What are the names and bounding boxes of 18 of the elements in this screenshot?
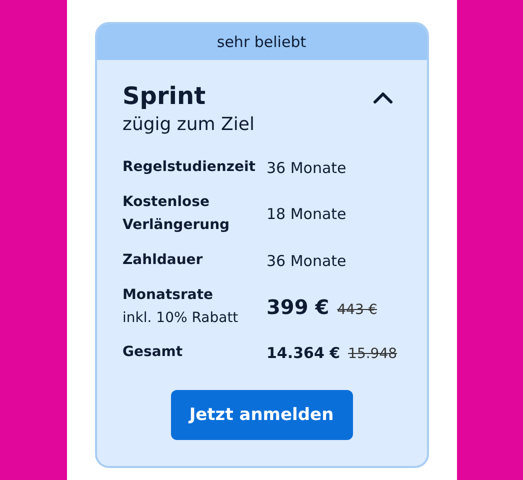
popular-badge: sehr beliebt: [96, 24, 426, 60]
row-value: 399 €: [266, 294, 330, 318]
row-label: Monatsrate: [122, 286, 214, 305]
register-button[interactable]: Jetzt anmelden: [170, 390, 352, 440]
old-price: 443 €: [337, 302, 378, 318]
row-label: Gesamt: [122, 343, 184, 362]
row-value: 14.364 €: [266, 344, 340, 362]
row-label: Regelstudienzeit: [122, 158, 256, 177]
plan-subtitle: zügig zum Ziel: [122, 113, 254, 137]
row-value: 36 Monate: [266, 252, 346, 270]
row-value: 36 Monate: [266, 158, 346, 176]
chevron-icon[interactable]: [372, 92, 392, 104]
row-note: inkl. 10% Rabatt: [122, 309, 240, 328]
old-price: 15.948: [348, 346, 398, 362]
row-label: Zahldauer: [122, 251, 204, 270]
plan-title: Sprint: [122, 81, 207, 112]
row-value: 18 Monate: [266, 205, 346, 223]
row-label: Kostenlose Verlängerung: [122, 193, 231, 235]
